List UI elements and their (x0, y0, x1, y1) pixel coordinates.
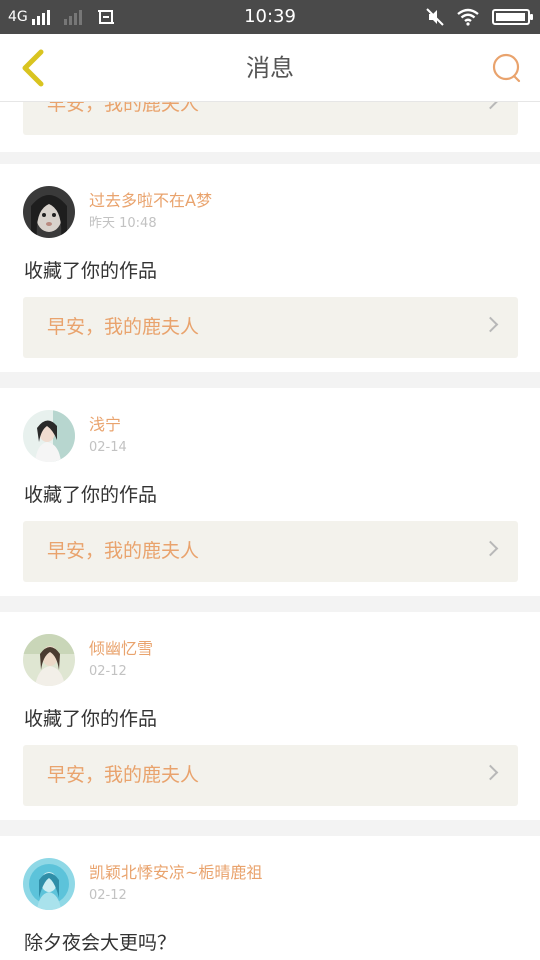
username[interactable]: 凯颖北悸安凉~栀晴鹿祖 (89, 862, 262, 884)
search-button[interactable] (484, 46, 530, 90)
notification-feed[interactable]: 早安，我的鹿夫人 过去多啦不在A梦 昨天 10:48 收藏了你的作品 早安，我的… (0, 102, 540, 960)
notification-card: 浅宁 02-14 收藏了你的作品 早安，我的鹿夫人 (0, 388, 540, 596)
user-row[interactable]: 浅宁 02-14 (23, 410, 127, 462)
timestamp: 02-12 (89, 664, 127, 679)
action-text: 收藏了你的作品 (24, 484, 158, 506)
notification-card: 早安，我的鹿夫人 (0, 102, 540, 152)
battery-icon (492, 9, 533, 25)
username[interactable]: 倾幽忆雪 (89, 638, 153, 660)
work-title: 早安，我的鹿夫人 (47, 316, 200, 338)
user-meta: 凯颖北悸安凉~栀晴鹿祖 02-12 (89, 862, 262, 906)
chevron-right-icon (482, 764, 499, 781)
username[interactable]: 过去多啦不在A梦 (89, 190, 212, 212)
timestamp: 02-12 (89, 888, 127, 903)
work-link[interactable]: 早安，我的鹿夫人 (23, 745, 518, 806)
search-icon (492, 53, 521, 83)
work-link[interactable]: 早安，我的鹿夫人 (23, 297, 518, 358)
avatar[interactable] (23, 634, 75, 686)
notification-card: 倾幽忆雪 02-12 收藏了你的作品 早安，我的鹿夫人 (0, 612, 540, 820)
timestamp: 02-14 (89, 440, 127, 455)
work-title: 早安，我的鹿夫人 (47, 102, 200, 115)
chevron-right-icon (482, 316, 499, 333)
action-text: 除夕夜会大更吗？ (24, 932, 177, 954)
page-title: 消息 (246, 54, 294, 82)
user-meta: 过去多啦不在A梦 昨天 10:48 (89, 190, 212, 234)
status-bar: 4G 10:39 (0, 0, 540, 34)
chevron-right-icon (482, 102, 499, 110)
chevron-right-icon (482, 540, 499, 557)
work-link[interactable]: 早安，我的鹿夫人 (23, 521, 518, 582)
username[interactable]: 浅宁 (89, 414, 127, 436)
work-title: 早安，我的鹿夫人 (47, 540, 200, 562)
action-text: 收藏了你的作品 (24, 708, 158, 730)
notification-card: 凯颖北悸安凉~栀晴鹿祖 02-12 除夕夜会大更吗？ (0, 836, 540, 960)
status-right (426, 0, 533, 34)
user-row[interactable]: 倾幽忆雪 02-12 (23, 634, 153, 686)
work-link[interactable]: 早安，我的鹿夫人 (23, 102, 518, 135)
avatar[interactable] (23, 186, 75, 238)
notification-card: 过去多啦不在A梦 昨天 10:48 收藏了你的作品 早安，我的鹿夫人 (0, 164, 540, 372)
app-header: 消息 (0, 34, 540, 102)
avatar[interactable] (23, 858, 75, 910)
wifi-icon (457, 8, 479, 26)
timestamp: 昨天 10:48 (89, 216, 157, 231)
action-text: 收藏了你的作品 (24, 260, 158, 282)
user-row[interactable]: 凯颖北悸安凉~栀晴鹿祖 02-12 (23, 858, 262, 910)
work-title: 早安，我的鹿夫人 (47, 764, 200, 786)
user-row[interactable]: 过去多啦不在A梦 昨天 10:48 (23, 186, 212, 238)
mute-icon (426, 8, 444, 26)
user-meta: 浅宁 02-14 (89, 414, 127, 458)
avatar[interactable] (23, 410, 75, 462)
user-meta: 倾幽忆雪 02-12 (89, 638, 153, 682)
